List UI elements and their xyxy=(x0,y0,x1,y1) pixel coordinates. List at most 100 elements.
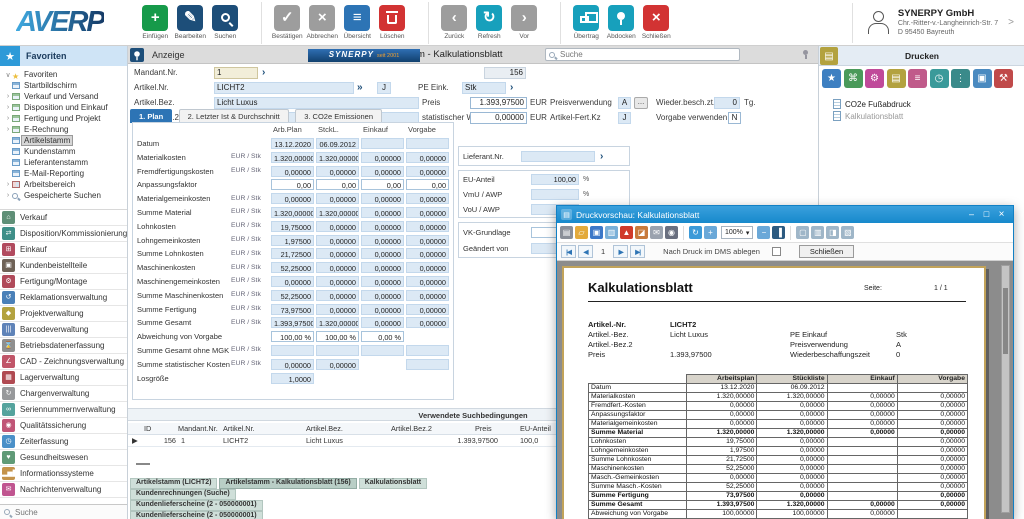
cell-arbplan[interactable]: 73,97500 xyxy=(271,304,314,315)
cell-stckl[interactable]: 0,00000 xyxy=(316,359,359,370)
zoom-select[interactable]: 100% ▾ xyxy=(721,226,753,239)
cell-arbplan[interactable]: 0,00000 xyxy=(271,276,314,287)
sidebar-module-item[interactable]: ⌛ Betriebsdatenerfassung xyxy=(0,338,127,354)
splitter-handle[interactable] xyxy=(136,463,150,465)
close-button[interactable]: × Schließen xyxy=(640,5,673,40)
cell-stckl[interactable]: 06.09.2012 xyxy=(316,138,359,149)
favorites-header[interactable]: ★ Favoriten xyxy=(0,46,127,66)
dialog-tool-icon[interactable]: ▐ xyxy=(772,226,785,239)
cell-einkauf[interactable]: 0,00000 xyxy=(361,235,404,246)
sidebar-module-item[interactable]: ⚙ Fertigung/Montage xyxy=(0,274,127,290)
mode-pin-icon[interactable] xyxy=(130,48,144,62)
cell-stckl[interactable]: 0,00000 xyxy=(316,235,359,246)
artikel-flag-field[interactable]: J xyxy=(377,82,391,94)
cell-einkauf[interactable] xyxy=(361,345,404,356)
cell-arbplan[interactable]: 19,75000 xyxy=(271,221,314,232)
cell-arbplan[interactable]: 0,00000 xyxy=(271,193,314,204)
dialog-close-button[interactable]: × xyxy=(994,209,1009,220)
cell-arbplan[interactable]: 1.393,97500 xyxy=(271,317,314,328)
cell-vorgabe[interactable]: 0,00000 xyxy=(406,193,449,204)
tree-item[interactable]: › Verkauf und Versand xyxy=(0,91,127,102)
cell-arbplan[interactable]: 13.12.2020 xyxy=(271,138,314,149)
tree-expander-icon[interactable]: › xyxy=(4,104,12,111)
dialog-tool-icon[interactable]: ▥ xyxy=(605,226,618,239)
overview-button[interactable]: ≡ Übersicht xyxy=(341,5,374,40)
cell-arbplan[interactable]: 0,00 xyxy=(271,179,314,190)
cell-arbplan[interactable]: 1.320,00000 xyxy=(271,152,314,163)
preisverwendung-field[interactable]: A xyxy=(618,97,631,109)
tree-item[interactable]: › Gespeicherte Suchen xyxy=(0,190,127,201)
cell-vorgabe[interactable]: 0,00000 xyxy=(406,235,449,246)
col-mandant[interactable]: Mandant.Nr. xyxy=(178,423,218,435)
cell-stckl[interactable]: 0,00000 xyxy=(316,304,359,315)
cell-einkauf[interactable]: 0,00000 xyxy=(361,207,404,218)
sidebar-module-item[interactable]: ◆ Projektverwaltung xyxy=(0,306,127,322)
lieferant-field[interactable] xyxy=(521,151,595,162)
sidebar-module-item[interactable]: ⇄ Disposition/Kommissionierung xyxy=(0,226,127,242)
dialog-tool-icon[interactable]: ◉ xyxy=(665,226,678,239)
cell-arbplan[interactable]: 1,97500 xyxy=(271,235,314,246)
window-tab[interactable]: Kalkulationsblatt xyxy=(359,478,427,489)
dialog-minimize-button[interactable]: – xyxy=(964,209,979,220)
insert-button[interactable]: + Einfügen xyxy=(139,5,172,40)
cell-arbplan[interactable]: 100,00 % xyxy=(271,331,314,342)
cancel-button[interactable]: × Abbrechen xyxy=(306,5,339,40)
cell-einkauf[interactable]: 0,00000 xyxy=(361,262,404,273)
cell-einkauf[interactable] xyxy=(361,359,404,370)
sidebar-module-item[interactable]: ||| Barcodeverwaltung xyxy=(0,322,127,338)
cell-stckl[interactable]: 100,00 % xyxy=(316,331,359,342)
forward-button[interactable]: › Vor xyxy=(508,5,541,40)
printer-icon[interactable]: ▤ xyxy=(820,47,838,65)
fertkz-field[interactable]: J xyxy=(618,112,631,124)
cell-vorgabe[interactable]: 0,00000 xyxy=(406,166,449,177)
cell-einkauf[interactable]: 0,00000 xyxy=(361,290,404,301)
cell-stckl[interactable]: 0,00000 xyxy=(316,276,359,287)
cell-einkauf[interactable]: 0,00000 xyxy=(361,193,404,204)
col-artikelnr[interactable]: Artikel.Nr. xyxy=(223,423,255,435)
cell-vorgabe[interactable]: 0,00000 xyxy=(406,207,449,218)
dialog-tool-icon[interactable]: ↻ xyxy=(689,226,702,239)
preisverwendung-more-button[interactable]: … xyxy=(634,97,648,109)
dms-checkbox[interactable] xyxy=(772,247,781,256)
dialog-maximize-button[interactable]: □ xyxy=(979,209,994,220)
dialog-tool-icon[interactable]: ▥ xyxy=(811,226,824,239)
cell-vorgabe[interactable]: 0,00000 xyxy=(406,317,449,328)
panel-icon[interactable]: ⚙ xyxy=(865,69,884,88)
cell-einkauf[interactable]: 0,00000 xyxy=(361,166,404,177)
dialog-tool-icon[interactable]: ✉ xyxy=(650,226,663,239)
edit-button[interactable]: ✎ Bearbeiten xyxy=(174,5,207,40)
cell-einkauf[interactable]: 0,00 % xyxy=(361,331,404,342)
cell-vorgabe[interactable] xyxy=(406,138,449,149)
report-list-item[interactable]: CO2e Fußabdruck xyxy=(833,98,911,110)
dialog-tool-icon[interactable]: ▲ xyxy=(620,226,633,239)
col-euanteil[interactable]: EU-Anteil xyxy=(520,423,551,435)
cell-einkauf[interactable]: 0,00000 xyxy=(361,221,404,232)
dialog-tool-icon[interactable]: ▣ xyxy=(590,226,603,239)
tree-item[interactable]: › E-Rechnung xyxy=(0,124,127,135)
tree-expander-icon[interactable]: › xyxy=(4,192,12,199)
sidebar-module-item[interactable]: ◉ Qualitätssicherung xyxy=(0,418,127,434)
cell-stckl[interactable]: 1.320,00000 xyxy=(316,152,359,163)
sidebar-module-item[interactable]: ⌂ Verkauf xyxy=(0,210,127,226)
pe-open-chevron[interactable]: › xyxy=(510,82,513,94)
cell-stckl[interactable]: 0,00000 xyxy=(316,290,359,301)
search-button[interactable]: Suchen xyxy=(209,5,242,40)
cell-arbplan[interactable]: 52,25000 xyxy=(271,290,314,301)
eu-field[interactable]: 100,00 xyxy=(531,174,579,185)
preview-scrollbar[interactable] xyxy=(1001,265,1010,513)
cell-vorgabe[interactable]: 0,00000 xyxy=(406,221,449,232)
cell-vorgabe[interactable]: 0,00000 xyxy=(406,152,449,163)
dialog-tool-icon[interactable]: ▧ xyxy=(841,226,854,239)
panel-icon[interactable]: ⋮ xyxy=(951,69,970,88)
tree-item[interactable]: › Arbeitsbereich xyxy=(0,179,127,190)
lieferant-open-chevron[interactable]: › xyxy=(600,151,603,163)
undock-button[interactable]: Abdocken xyxy=(605,5,638,40)
tree-expander-icon[interactable]: › xyxy=(4,126,12,133)
cell-vorgabe[interactable]: 0,00 xyxy=(406,179,449,190)
sidebar-module-item[interactable]: ∞ Seriennummernverwaltung xyxy=(0,402,127,418)
tree-expander-icon[interactable]: › xyxy=(4,181,12,188)
cell-einkauf[interactable]: 0,00000 xyxy=(361,317,404,328)
cell-vorgabe[interactable] xyxy=(406,373,449,384)
vmu-field[interactable] xyxy=(531,189,579,200)
autohide-pin-icon[interactable] xyxy=(800,49,810,59)
